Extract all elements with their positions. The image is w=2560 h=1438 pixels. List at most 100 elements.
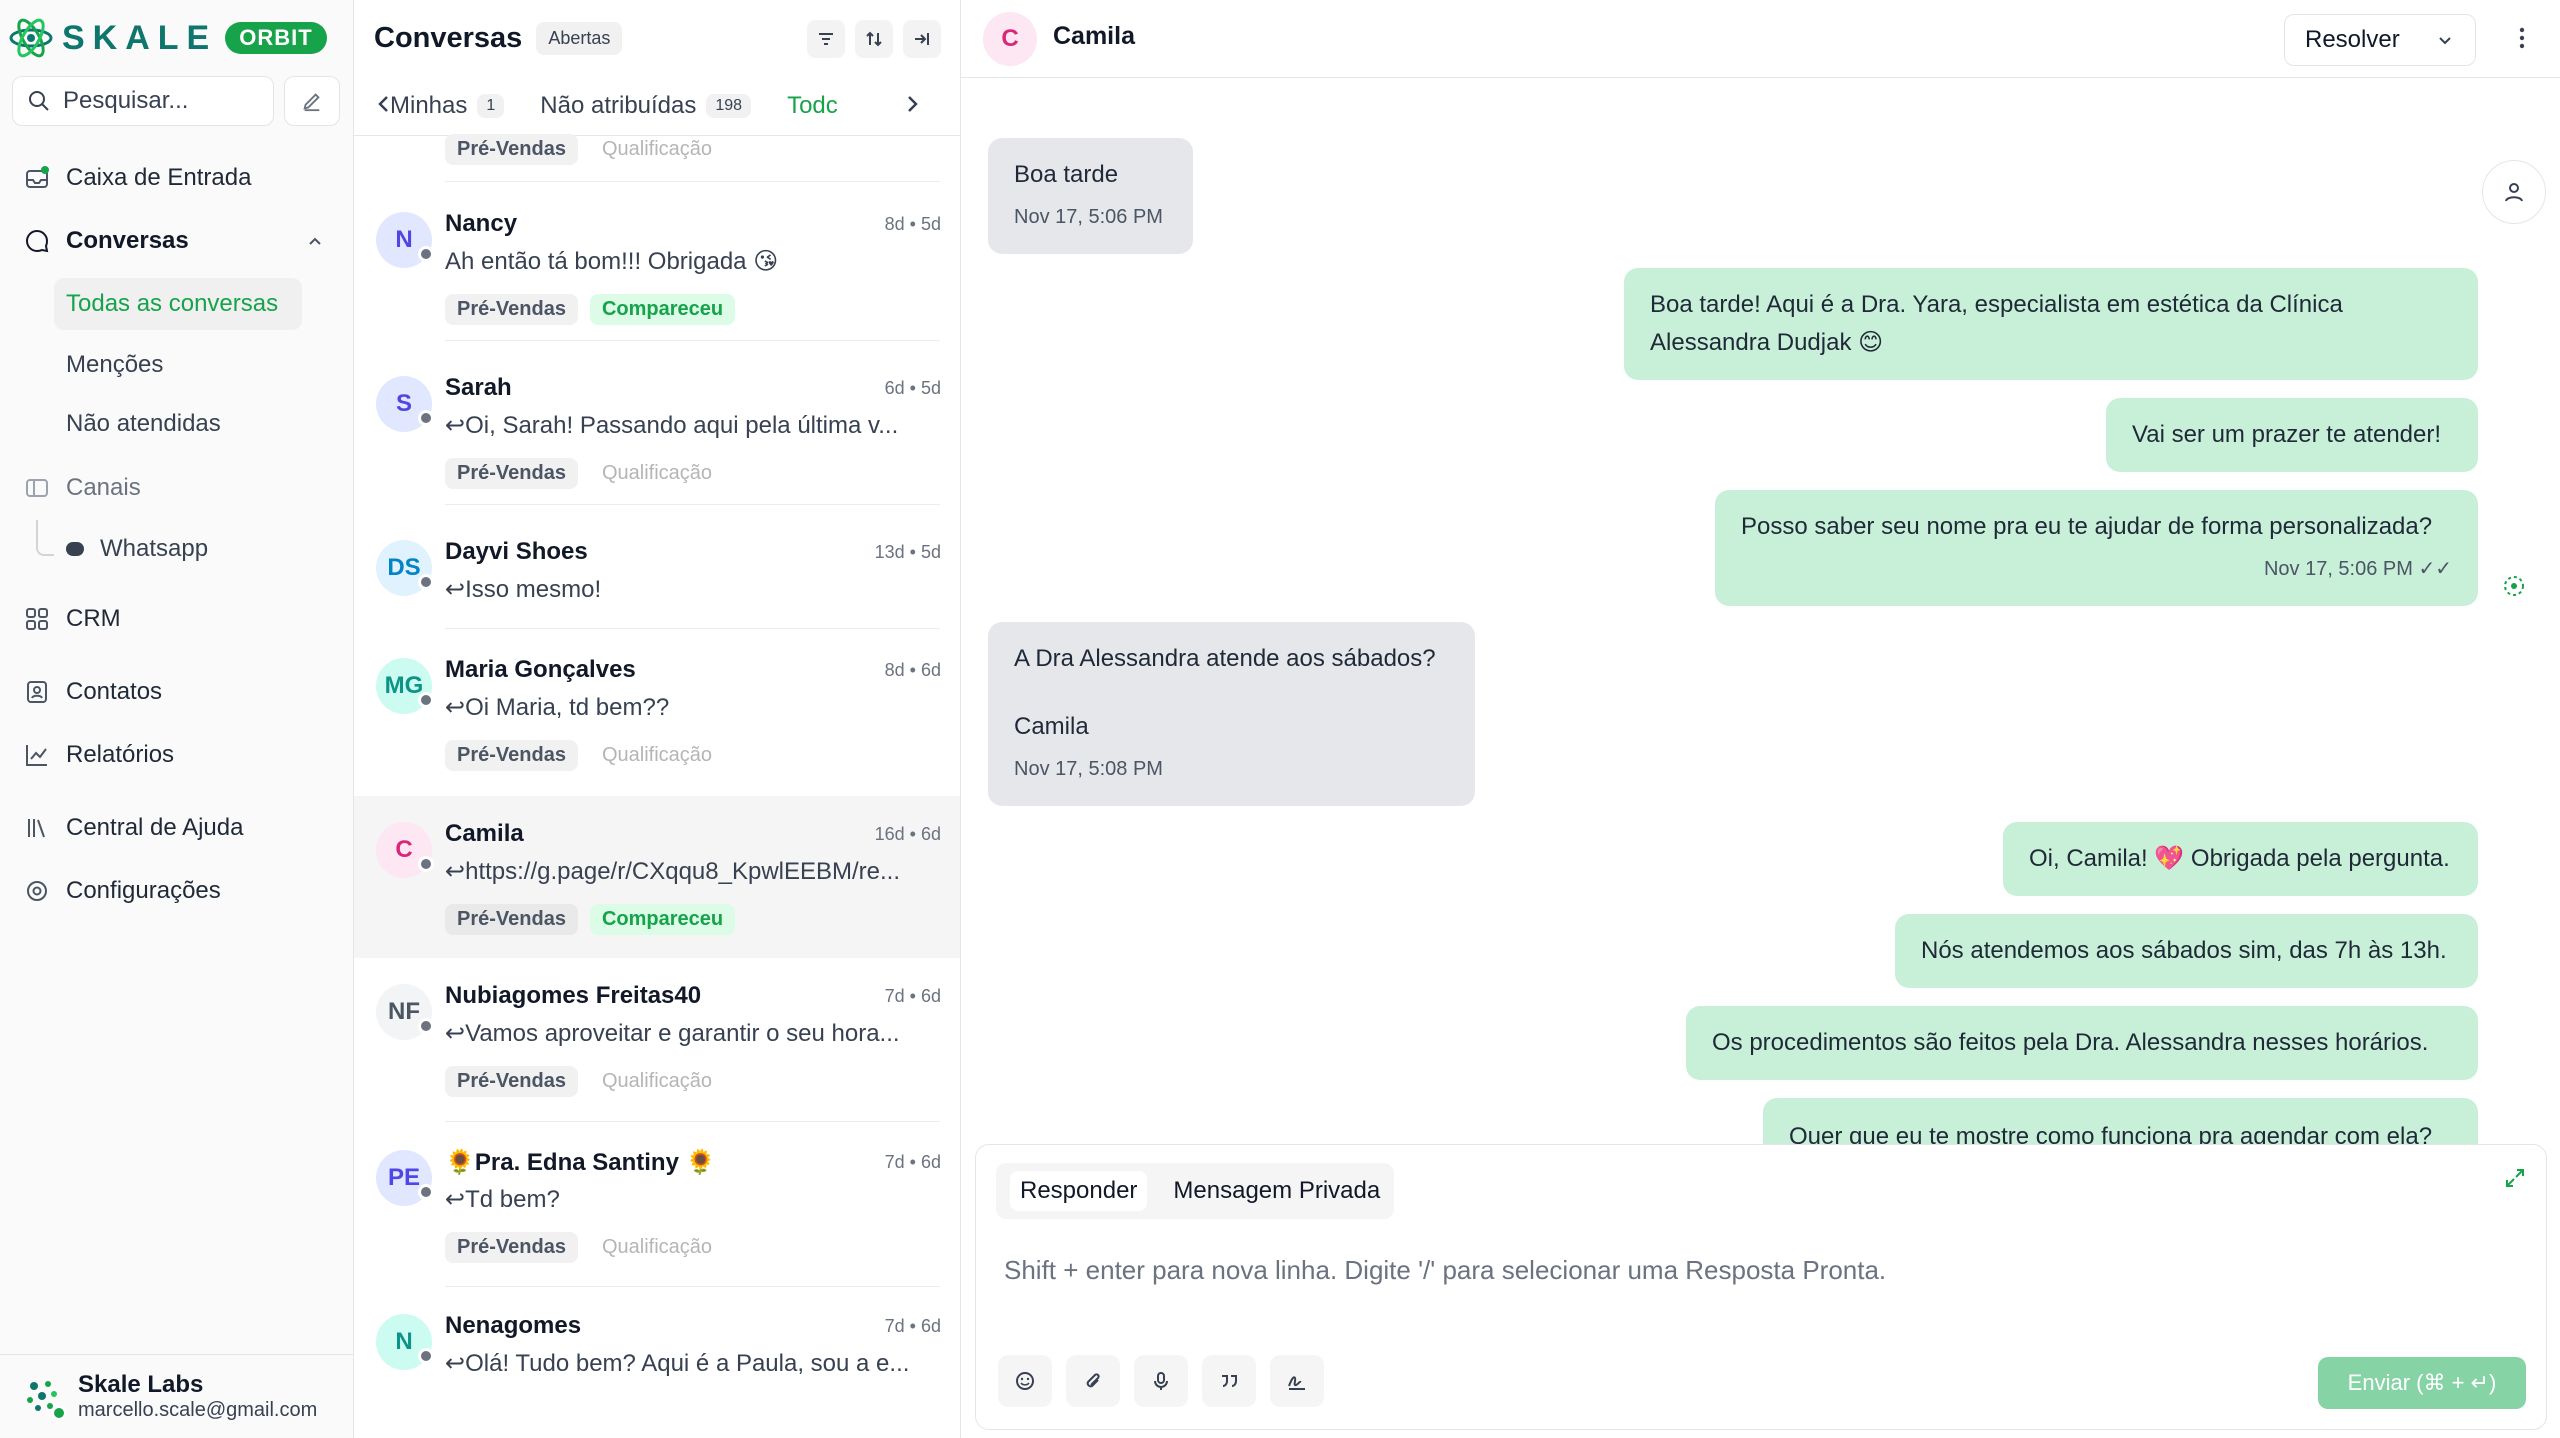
tab-nao-atribuidas[interactable]: Não atribuídas 198 — [540, 91, 752, 120]
tab-label: Não atribuídas — [540, 91, 697, 119]
tab-minhas[interactable]: Minhas 1 — [390, 91, 505, 120]
list-item[interactable]: N Nancy 8d • 5d Ah então tá bom!!! Obrig… — [354, 190, 960, 340]
tag-pre-vendas: Pré-Vendas — [445, 294, 578, 325]
tag-compareceu: Compareceu — [589, 294, 736, 325]
message-time: Nov 17, 5:08 PM — [1014, 758, 1163, 780]
channel-whatsapp[interactable]: Whatsapp — [66, 535, 208, 563]
list-item[interactable]: MG Maria Gonçalves 8d • 6d ↩Oi Maria, td… — [354, 636, 960, 786]
avatar[interactable]: C — [983, 12, 1037, 66]
avatar — [22, 1376, 66, 1420]
sidebar-item-label: Central de Ajuda — [66, 814, 244, 841]
brand-logo[interactable]: SKALE ORBIT — [8, 14, 327, 62]
tab-todas[interactable]: Todc — [787, 92, 838, 120]
resolve-button[interactable]: Resolver — [2284, 14, 2476, 66]
last-message: ↩Olá! Tudo bem? Aqui é a Paula, sou a e.… — [445, 1350, 910, 1377]
quote-button[interactable] — [1202, 1355, 1256, 1407]
online-status-dot — [52, 1405, 66, 1420]
filter-button[interactable] — [807, 20, 845, 58]
chevron-right-icon[interactable] — [898, 90, 926, 118]
channels-icon — [26, 479, 48, 497]
audio-button[interactable] — [1134, 1355, 1188, 1407]
last-message: ↩Isso mesmo! — [445, 576, 602, 603]
send-button[interactable]: Enviar (⌘ + ↵) — [2318, 1357, 2526, 1409]
list-item[interactable]: PE 🌻Pra. Edna Santiny 🌻 7d • 6d ↩Td bem?… — [354, 1142, 960, 1292]
sidebar-item-ajuda[interactable]: Central de Ajuda — [24, 808, 243, 848]
chart-icon — [26, 745, 47, 766]
chevron-up-icon[interactable] — [306, 232, 324, 250]
contacts-icon — [27, 681, 47, 703]
list-header: Conversas Abertas — [354, 0, 960, 76]
user-icon — [2505, 183, 2523, 202]
channel-label: Whatsapp — [100, 535, 209, 562]
contact-name: Maria Gonçalves — [445, 656, 636, 683]
emoji-button[interactable] — [998, 1355, 1052, 1407]
list-item-partial[interactable]: Pré-Vendas Qualificação — [354, 134, 960, 165]
chevron-down-icon — [2438, 37, 2451, 45]
message-input[interactable]: Shift + enter para nova linha. Digite '/… — [1004, 1255, 2404, 1286]
message-outgoing: Oi, Camila! 💖 Obrigada pela pergunta. — [2003, 822, 2478, 896]
user-profile[interactable]: Skale Labs marcello.scale@gmail.com — [0, 1354, 354, 1438]
contact-name: 🌻Pra. Edna Santiny 🌻 — [445, 1149, 716, 1176]
sidebar-item-crm[interactable]: CRM — [24, 599, 121, 639]
list-item[interactable]: S Sarah 6d • 5d ↩Oi, Sarah! Passando aqu… — [354, 354, 960, 504]
sidebar-item-label: Contatos — [66, 678, 163, 705]
chat-icon — [26, 229, 49, 253]
signature-icon — [1288, 1376, 1305, 1390]
tab-reply[interactable]: Responder — [1010, 1171, 1148, 1211]
bot-agent-icon — [2504, 576, 2524, 596]
page-title: Conversas — [374, 21, 523, 54]
search-input[interactable]: Pesquisar... — [12, 76, 274, 126]
compose-button[interactable] — [284, 76, 340, 126]
sidebar-item-relatorios[interactable]: Relatórios — [24, 735, 174, 775]
sidebar-item-configuracoes[interactable]: Configurações — [24, 871, 221, 911]
contact-name: Nubiagomes Freitas40 — [445, 982, 702, 1009]
attach-button[interactable] — [1066, 1355, 1120, 1407]
sidebar-item-contatos[interactable]: Contatos — [24, 672, 162, 712]
timestamp: 16d • 6d — [874, 824, 941, 844]
signature-button[interactable] — [1270, 1355, 1324, 1407]
tab-private-message[interactable]: Mensagem Privada — [1173, 1177, 1380, 1205]
sidebar-item-conversas[interactable]: Conversas — [24, 221, 189, 261]
list-item[interactable]: NF Nubiagomes Freitas40 7d • 6d ↩Vamos a… — [354, 976, 960, 1126]
paperclip-icon — [1086, 1373, 1100, 1388]
tag-pre-vendas: Pré-Vendas — [445, 1066, 578, 1097]
chevron-left-icon[interactable] — [370, 90, 398, 118]
contact-info-button[interactable] — [2482, 160, 2546, 224]
message-text: Vai ser um prazer te atender! — [2132, 421, 2442, 448]
list-item[interactable]: N Nenagomes 7d • 6d ↩Olá! Tudo bem? Aqui… — [354, 1306, 960, 1426]
sidebar-sub-mentions[interactable]: Menções — [54, 339, 175, 391]
collapse-panel-button[interactable] — [903, 20, 941, 58]
sidebar-item-canais[interactable]: Canais — [24, 468, 141, 508]
contact-name[interactable]: Camila — [1053, 22, 1135, 51]
atom-logo-icon — [9, 18, 53, 58]
tab-label: Todc — [787, 91, 838, 119]
inbox-icon — [26, 166, 49, 188]
contact-name: Nancy — [445, 210, 518, 237]
list-item-selected[interactable]: C Camila 16d • 6d ↩https://g.page/r/CXqq… — [354, 796, 960, 958]
message-time: Nov 17, 5:06 PM — [1014, 206, 1163, 228]
expand-icon[interactable] — [2504, 1167, 2526, 1189]
message-outgoing: Nós atendemos aos sábados sim, das 7h às… — [1895, 914, 2478, 988]
sort-button[interactable] — [855, 20, 893, 58]
tab-label: Minhas — [390, 91, 468, 119]
avatar: N — [376, 1314, 434, 1370]
contact-name: Camila — [445, 820, 524, 847]
avatar: N — [376, 212, 434, 268]
sidebar-sub-unattended[interactable]: Não atendidas — [54, 398, 233, 450]
tab-count: 1 — [477, 93, 505, 118]
message-composer: Responder Mensagem Privada Shift + enter… — [975, 1144, 2547, 1430]
resolve-label: Resolver — [2305, 26, 2400, 53]
sidebar-item-inbox[interactable]: Caixa de Entrada — [24, 158, 251, 198]
last-message: Ah então tá bom!!! Obrigada 😘 — [445, 248, 779, 275]
list-item[interactable]: DS Dayvi Shoes 13d • 5d ↩Isso mesmo! — [354, 518, 960, 628]
sidebar-item-label: CRM — [66, 605, 121, 632]
message-time: Nov 17, 5:06 PM ✓✓ — [2263, 558, 2452, 580]
pencil-icon — [303, 93, 320, 112]
avatar: MG — [376, 658, 434, 714]
sidebar-sub-all-conversations[interactable]: Todas as conversas — [54, 278, 302, 330]
tab-count: 198 — [706, 93, 752, 118]
sidebar-item-label: Conversas — [66, 227, 189, 254]
more-options-icon[interactable] — [2518, 26, 2526, 50]
chat-panel: C Camila Resolver Boa tarde Nov 17, 5:06… — [961, 0, 2560, 1438]
status-filter-badge[interactable]: Abertas — [536, 21, 623, 55]
